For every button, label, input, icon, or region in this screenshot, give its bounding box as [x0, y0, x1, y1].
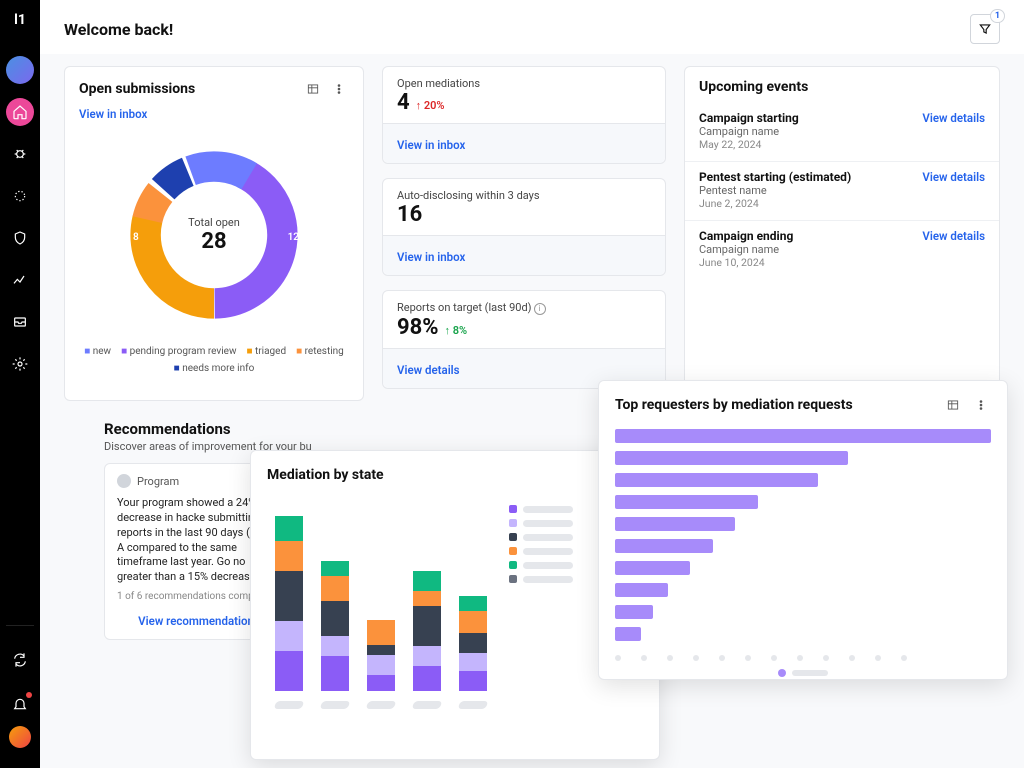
nav-settings[interactable] [6, 350, 34, 378]
filter-badge: 1 [990, 9, 1005, 23]
nav-bugs[interactable] [6, 140, 34, 168]
nav-home[interactable] [6, 98, 34, 126]
open-mediations-link[interactable]: View in inbox [397, 138, 465, 152]
donut-legend: new pending program review triaged retes… [65, 340, 363, 388]
top-requesters-card: Top requesters by mediation requests [598, 380, 1008, 680]
donut-center-label: Total open [188, 216, 240, 229]
filter-button[interactable]: 1 [970, 14, 1000, 44]
reports-target-title: Reports on target (last 90d) [397, 301, 532, 314]
open-submissions-title: Open submissions [79, 81, 195, 97]
table-icon[interactable] [943, 395, 963, 415]
open-submissions-card: Open submissions View in inbox Total ope… [64, 66, 364, 401]
table-icon[interactable] [303, 79, 323, 99]
view-inbox-link[interactable]: View in inbox [79, 107, 147, 121]
donut-seg-left: 8 [133, 232, 139, 243]
more-icon[interactable] [971, 395, 991, 415]
reports-target-card: Reports on target (last 90d)i 98% ↑ 8% Vi… [382, 290, 666, 389]
mediation-legend [509, 499, 573, 709]
auto-disclose-link[interactable]: View in inbox [397, 250, 465, 264]
event-row: Pentest starting (estimated) Pentest nam… [685, 162, 999, 221]
sidebar: l1 [0, 0, 40, 768]
auto-disclose-value: 16 [397, 202, 422, 227]
logo-icon: l1 [8, 8, 32, 32]
reports-target-value: 98% [397, 315, 439, 340]
event-row: Campaign ending Campaign name June 10, 2… [685, 221, 999, 279]
event-view-details[interactable]: View details [922, 229, 985, 243]
mediation-bars [267, 499, 495, 709]
reports-target-link[interactable]: View details [397, 363, 460, 377]
top-requesters-bars [599, 423, 1007, 649]
filter-icon [978, 22, 992, 36]
nav-target[interactable] [6, 182, 34, 210]
auto-disclose-card: Auto-disclosing within 3 days 16 View in… [382, 178, 666, 276]
event-row: Campaign starting Campaign name May 22, … [685, 103, 999, 162]
events-title: Upcoming events [699, 79, 985, 95]
more-icon[interactable] [329, 79, 349, 99]
auto-disclose-title: Auto-disclosing within 3 days [397, 189, 651, 202]
recommendations-title: Recommendations [104, 420, 604, 438]
top-requesters-title: Top requesters by mediation requests [615, 397, 853, 413]
page-title: Welcome back! [64, 20, 173, 39]
program-avatar [117, 474, 131, 488]
reports-target-delta: ↑ 8% [445, 324, 468, 337]
header: Welcome back! 1 [40, 0, 1024, 54]
open-mediations-title: Open mediations [397, 77, 651, 90]
nav-shield[interactable] [6, 224, 34, 252]
user-avatar[interactable] [9, 726, 31, 748]
nav-inbox[interactable] [6, 308, 34, 336]
org-avatar[interactable] [6, 56, 34, 84]
program-label: Program [137, 475, 179, 488]
upcoming-events-card: Upcoming events Campaign starting Campai… [684, 66, 1000, 401]
event-view-details[interactable]: View details [922, 111, 985, 125]
view-recommendations-link[interactable]: View recommendations [138, 614, 260, 628]
open-mediations-card: Open mediations 4 ↑ 20% View in inbox [382, 66, 666, 164]
donut-seg-right: 12 [288, 232, 299, 243]
top-requesters-pager[interactable] [599, 661, 1007, 687]
event-view-details[interactable]: View details [922, 170, 985, 184]
open-mediations-value: 4 [397, 90, 410, 115]
open-mediations-delta: ↑ 20% [416, 99, 445, 112]
mediation-state-title: Mediation by state [267, 467, 384, 483]
nav-notifications[interactable] [6, 690, 34, 718]
metric-stack: Open mediations 4 ↑ 20% View in inbox Aut… [382, 66, 666, 389]
nav-sync[interactable] [6, 646, 34, 674]
info-icon[interactable]: i [534, 303, 546, 315]
donut-center-value: 28 [188, 229, 240, 254]
nav-analytics[interactable] [6, 266, 34, 294]
top-requesters-axis [599, 649, 1007, 661]
submissions-donut: Total open 28 8 12 [119, 140, 309, 330]
